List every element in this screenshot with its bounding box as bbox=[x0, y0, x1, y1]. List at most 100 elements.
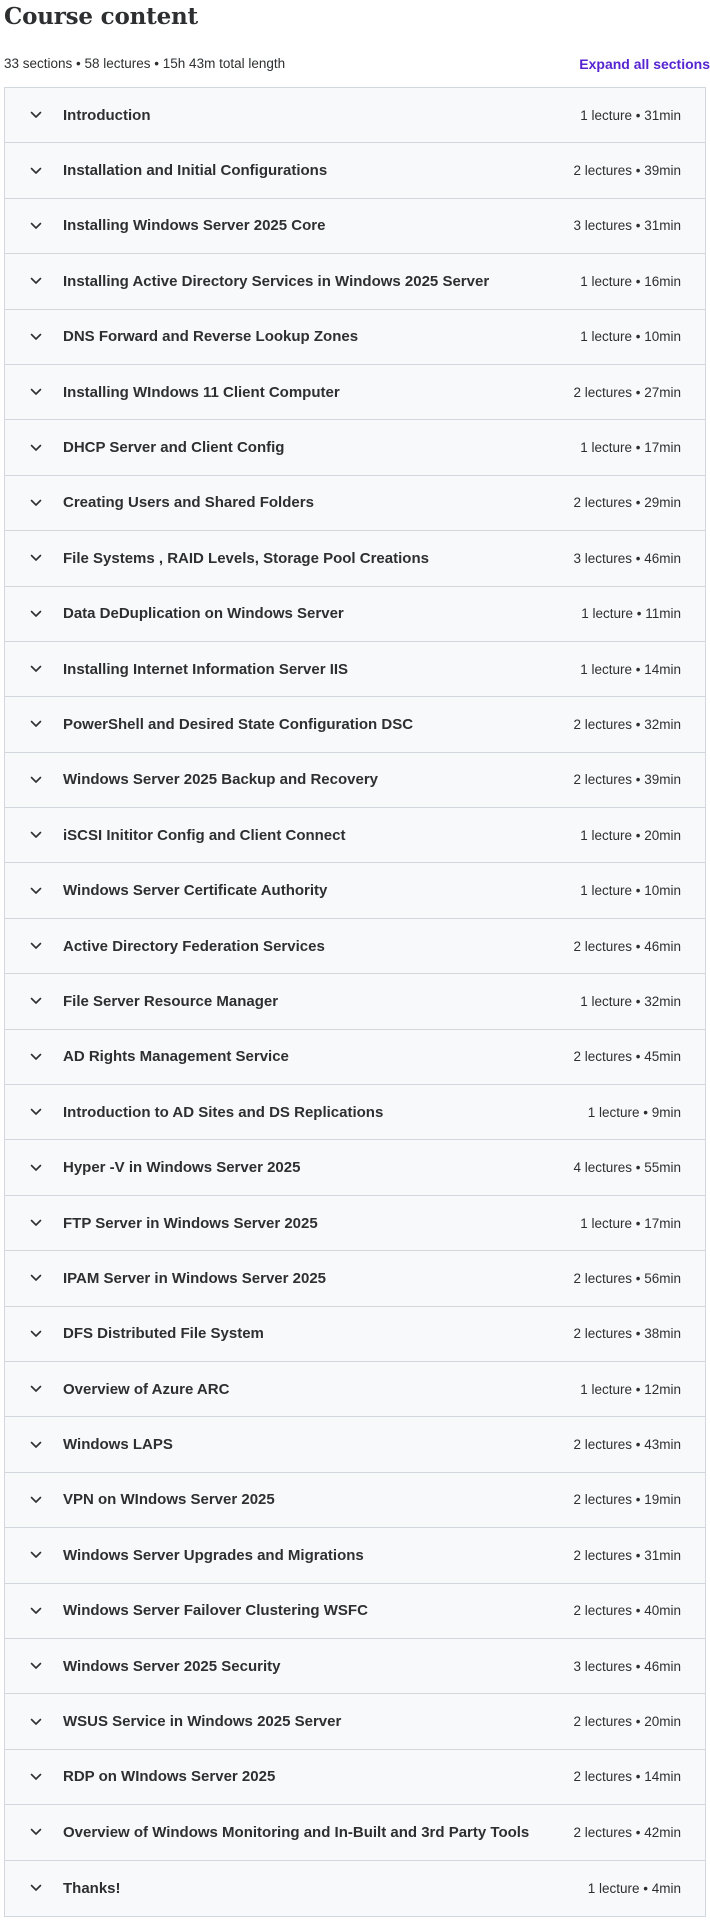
chevron-down-icon bbox=[29, 330, 43, 344]
section-title: RDP on WIndows Server 2025 bbox=[63, 1768, 276, 1786]
section-title: DNS Forward and Reverse Lookup Zones bbox=[63, 328, 359, 346]
section-row[interactable]: Installing Internet Information Server I… bbox=[5, 641, 705, 698]
section-title: Thanks! bbox=[63, 1879, 121, 1897]
section-title: WSUS Service in Windows 2025 Server bbox=[63, 1713, 342, 1731]
chevron-down-icon bbox=[29, 496, 43, 510]
section-title: DFS Distributed File System bbox=[63, 1325, 264, 1343]
section-lecture-info: 4 lectures • 55min bbox=[573, 1160, 681, 1176]
chevron-down-icon bbox=[29, 662, 43, 676]
section-title: Windows Server Failover Clustering WSFC bbox=[63, 1602, 368, 1620]
chevron-down-icon bbox=[29, 385, 43, 399]
section-title: AD Rights Management Service bbox=[63, 1048, 289, 1066]
section-row[interactable]: Windows Server Upgrades and Migrations 2 … bbox=[5, 1528, 705, 1584]
section-row[interactable]: Windows LAPS 2 lectures • 43min bbox=[5, 1417, 705, 1473]
section-row[interactable]: Windows Server 2025 Backup and Recovery 2… bbox=[5, 752, 705, 809]
section-title: DHCP Server and Client Config bbox=[63, 439, 285, 457]
course-summary-row: 33 sections • 58 lectures • 15h 43m tota… bbox=[4, 40, 710, 87]
section-row[interactable]: Overview of Azure ARC 1 lecture • 12min bbox=[5, 1361, 705, 1418]
section-title: Creating Users and Shared Folders bbox=[63, 494, 314, 512]
section-lecture-info: 1 lecture • 17min bbox=[580, 1215, 681, 1231]
section-row[interactable]: Windows Server 2025 Security 3 lectures •… bbox=[5, 1638, 705, 1695]
section-lecture-info: 2 lectures • 40min bbox=[573, 1603, 681, 1619]
section-row[interactable]: DNS Forward and Reverse Lookup Zones 1 le… bbox=[5, 309, 705, 365]
section-row[interactable]: Introduction to AD Sites and DS Replicat… bbox=[5, 1085, 705, 1141]
section-row[interactable]: DHCP Server and Client Config 1 lecture •… bbox=[5, 420, 705, 476]
chevron-down-icon bbox=[29, 773, 43, 787]
section-row[interactable]: DFS Distributed File System 2 lectures • … bbox=[5, 1306, 705, 1362]
section-lecture-info: 2 lectures • 39min bbox=[573, 163, 681, 179]
section-lecture-info: 2 lectures • 14min bbox=[573, 1769, 681, 1785]
section-row[interactable]: RDP on WIndows Server 2025 2 lectures • 1… bbox=[5, 1749, 705, 1806]
section-row[interactable]: iSCSI Inititor Config and Client Connect… bbox=[5, 808, 705, 864]
section-row[interactable]: Creating Users and Shared Folders 2 lectu… bbox=[5, 475, 705, 532]
section-lecture-info: 1 lecture • 17min bbox=[580, 440, 681, 456]
section-lecture-info: 2 lectures • 43min bbox=[573, 1437, 681, 1453]
section-lecture-info: 3 lectures • 46min bbox=[573, 1658, 681, 1674]
section-title: File Systems , RAID Levels, Storage Pool… bbox=[63, 549, 429, 567]
section-lecture-info: 2 lectures • 46min bbox=[573, 938, 681, 954]
section-row[interactable]: Installation and Initial Configurations 2… bbox=[5, 143, 705, 199]
section-lecture-info: 3 lectures • 46min bbox=[573, 550, 681, 566]
section-title: Introduction to AD Sites and DS Replicat… bbox=[63, 1103, 384, 1121]
section-lecture-info: 1 lecture • 9min bbox=[587, 1104, 681, 1120]
section-row[interactable]: Installing WIndows 11 Client Computer 2 l… bbox=[5, 364, 705, 421]
section-title: Installing Windows Server 2025 Core bbox=[63, 217, 326, 235]
section-title: Installation and Initial Configurations bbox=[63, 162, 328, 180]
chevron-down-icon bbox=[29, 1438, 43, 1452]
section-lecture-info: 1 lecture • 10min bbox=[580, 883, 681, 899]
chevron-down-icon bbox=[29, 884, 43, 898]
section-row[interactable]: Overview of Windows Monitoring and In-Bu… bbox=[5, 1805, 705, 1861]
section-row[interactable]: File Systems , RAID Levels, Storage Pool… bbox=[5, 531, 705, 587]
section-title: iSCSI Inititor Config and Client Connect bbox=[63, 826, 346, 844]
section-row[interactable]: PowerShell and Desired State Configurati… bbox=[5, 697, 705, 753]
chevron-down-icon bbox=[29, 828, 43, 842]
section-title: File Server Resource Manager bbox=[63, 992, 279, 1010]
section-lecture-info: 2 lectures • 45min bbox=[573, 1049, 681, 1065]
chevron-down-icon bbox=[29, 1659, 43, 1673]
chevron-down-icon bbox=[29, 164, 43, 178]
section-lecture-info: 2 lectures • 31min bbox=[573, 1547, 681, 1563]
expand-all-button[interactable]: Expand all sections bbox=[579, 56, 710, 72]
section-lecture-info: 2 lectures • 42min bbox=[573, 1824, 681, 1840]
section-row[interactable]: FTP Server in Windows Server 2025 1 lectu… bbox=[5, 1195, 705, 1252]
section-row[interactable]: Thanks! 1 lecture • 4min bbox=[5, 1860, 705, 1916]
chevron-down-icon bbox=[29, 274, 43, 288]
section-row[interactable]: Hyper -V in Windows Server 2025 4 lecture… bbox=[5, 1140, 705, 1196]
chevron-down-icon bbox=[29, 1493, 43, 1507]
section-lecture-info: 1 lecture • 14min bbox=[580, 661, 681, 677]
chevron-down-icon bbox=[29, 1825, 43, 1839]
chevron-down-icon bbox=[29, 108, 43, 122]
chevron-down-icon bbox=[29, 1105, 43, 1119]
section-row[interactable]: IPAM Server in Windows Server 2025 2 lect… bbox=[5, 1251, 705, 1307]
section-lecture-info: 2 lectures • 29min bbox=[573, 495, 681, 511]
section-title: Introduction bbox=[63, 106, 151, 124]
section-row[interactable]: Installing Windows Server 2025 Core 3 lec… bbox=[5, 198, 705, 255]
section-title: Overview of Windows Monitoring and In-Bu… bbox=[63, 1823, 530, 1841]
section-lecture-info: 2 lectures • 20min bbox=[573, 1714, 681, 1730]
chevron-down-icon bbox=[29, 994, 43, 1008]
chevron-down-icon bbox=[29, 1382, 43, 1396]
section-title: Windows LAPS bbox=[63, 1436, 173, 1454]
section-title: Windows Server Upgrades and Migrations bbox=[63, 1546, 364, 1564]
chevron-down-icon bbox=[29, 1216, 43, 1230]
section-row[interactable]: AD Rights Management Service 2 lectures •… bbox=[5, 1029, 705, 1086]
section-lecture-info: 2 lectures • 39min bbox=[573, 772, 681, 788]
chevron-down-icon bbox=[29, 551, 43, 565]
page-title: Course content bbox=[4, 3, 198, 30]
section-row[interactable]: Introduction 1 lecture • 31min bbox=[5, 88, 705, 144]
section-lecture-info: 2 lectures • 56min bbox=[573, 1270, 681, 1286]
section-row[interactable]: WSUS Service in Windows 2025 Server 2 lec… bbox=[5, 1694, 705, 1750]
section-row[interactable]: Installing Active Directory Services in … bbox=[5, 254, 705, 310]
section-row[interactable]: Windows Server Failover Clustering WSFC 2… bbox=[5, 1583, 705, 1639]
chevron-down-icon bbox=[29, 219, 43, 233]
section-lecture-info: 1 lecture • 11min bbox=[581, 606, 681, 622]
section-title: Installing Internet Information Server I… bbox=[63, 660, 349, 678]
section-row[interactable]: VPN on WIndows Server 2025 2 lectures • 1… bbox=[5, 1472, 705, 1529]
section-row[interactable]: File Server Resource Manager 1 lecture • … bbox=[5, 974, 705, 1030]
chevron-down-icon bbox=[29, 1327, 43, 1341]
section-row[interactable]: Active Directory Federation Services 2 le… bbox=[5, 918, 705, 975]
section-row[interactable]: Windows Server Certificate Authority 1 le… bbox=[5, 863, 705, 919]
section-row[interactable]: Data DeDuplication on Windows Server 1 le… bbox=[5, 586, 705, 642]
section-title: Active Directory Federation Services bbox=[63, 937, 325, 955]
section-title: Windows Server 2025 Backup and Recovery bbox=[63, 771, 378, 789]
